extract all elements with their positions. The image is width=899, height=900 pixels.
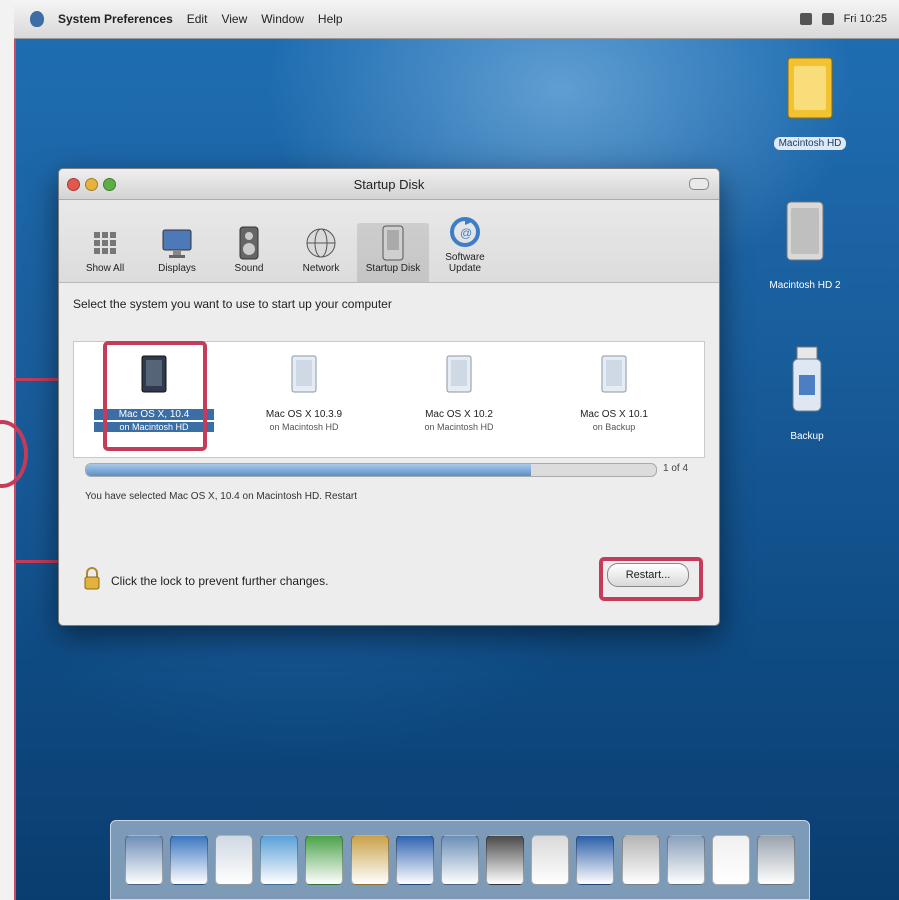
toolbar-label: Sound (234, 263, 264, 274)
grid-icon (69, 223, 141, 263)
itunes-icon[interactable] (395, 835, 434, 885)
disk-option[interactable]: Mac OS X 10.2 on Macintosh HD (399, 354, 519, 432)
toolbar-label: Network (302, 263, 340, 274)
display-icon (141, 223, 213, 263)
disk-name: Mac OS X 10.1 (580, 409, 648, 420)
toolbar-label: Show All (85, 263, 125, 274)
desktop-icon-label: Macintosh HD (773, 137, 847, 150)
disk-location: on Backup (592, 422, 636, 432)
disk-icon (244, 354, 364, 399)
disk-icon (554, 354, 674, 399)
disk-option[interactable]: Mac OS X 10.3.9 on Macintosh HD (244, 354, 364, 432)
desktop-icon-label: Backup (790, 431, 824, 442)
ical-icon[interactable] (531, 835, 570, 885)
restart-button[interactable]: Restart... (607, 563, 689, 587)
menu-edit[interactable]: Edit (187, 12, 208, 26)
toolbar-startup-disk[interactable]: Startup Disk (357, 223, 429, 282)
lock-row: Click the lock to prevent further change… (83, 567, 328, 594)
iphoto-icon[interactable] (440, 835, 479, 885)
toolbar-sound[interactable]: Sound (213, 223, 285, 282)
quicktime-icon[interactable] (576, 835, 615, 885)
preview-icon[interactable] (666, 835, 705, 885)
toolbar-label: Displays (158, 263, 196, 274)
battery-icon[interactable] (821, 13, 834, 25)
preferences-toolbar: Show All Displays Sound Network Startup … (59, 200, 719, 283)
desktop-icon-macintosh-hd[interactable]: Macintosh HD (760, 56, 860, 151)
dashboard-icon[interactable] (169, 835, 208, 885)
desktop-icon-macintosh-hd-2[interactable]: Macintosh HD 2 (755, 200, 855, 293)
usb-drive-icon (757, 345, 857, 420)
toolbar-show-all[interactable]: Show All (69, 223, 141, 282)
menu-extras: Fri 10:25 (799, 13, 887, 25)
disk-option[interactable]: Mac OS X 10.1 on Backup (554, 354, 674, 432)
finder-icon[interactable] (124, 835, 163, 885)
disk-icon (399, 354, 519, 399)
dock (110, 820, 810, 900)
highlight-box-selected-disk (103, 341, 207, 451)
textedit-icon[interactable] (712, 835, 751, 885)
mail-icon[interactable] (214, 835, 253, 885)
toolbar-toggle-button[interactable] (689, 178, 709, 190)
disk-location: on Macintosh HD (424, 422, 494, 432)
selection-status: You have selected Mac OS X, 10.4 on Maci… (85, 491, 357, 502)
disk-scroll-bar[interactable] (85, 463, 657, 477)
scroll-bar-fill (86, 464, 531, 476)
volume-icon[interactable] (799, 13, 812, 25)
svg-text:@: @ (460, 226, 472, 240)
lock-text: Click the lock to prevent further change… (111, 573, 329, 588)
globe-icon (285, 223, 357, 263)
window-titlebar[interactable]: Startup Disk (59, 169, 719, 200)
startup-disk-window: Startup Disk Show All Displays Sound Net… (58, 168, 720, 626)
toolbar-network[interactable]: Network (285, 223, 357, 282)
trash-icon[interactable] (757, 835, 796, 885)
menu-view[interactable]: View (221, 12, 247, 26)
toolbar-label: Software Update (445, 252, 485, 274)
scroll-position-label: 1 of 4 (663, 463, 689, 474)
ichat-icon[interactable] (305, 835, 344, 885)
desktop-icon-label: Macintosh HD 2 (769, 280, 841, 291)
menu-bar: System Preferences Edit View Window Help… (14, 0, 899, 39)
speaker-icon (213, 223, 285, 263)
startup-prompt: Select the system you want to use to sta… (73, 297, 392, 311)
apple-menu-icon[interactable] (30, 11, 44, 27)
imovie-icon[interactable] (486, 835, 525, 885)
disk-name: Mac OS X 10.3.9 (265, 409, 343, 420)
update-icon: @ (429, 212, 501, 252)
disk-icon (357, 223, 429, 263)
window-title: Startup Disk (353, 177, 425, 192)
safari-icon[interactable] (260, 835, 299, 885)
toolbar-displays[interactable]: Displays (141, 223, 213, 282)
toolbar-software-update[interactable]: @ Software Update (429, 212, 501, 282)
desktop-icon-backup[interactable]: Backup (757, 345, 857, 444)
lock-icon[interactable] (83, 567, 101, 594)
hard-drive-icon (760, 56, 860, 127)
toolbar-label: Startup Disk (365, 263, 421, 274)
menu-app-name[interactable]: System Preferences (58, 12, 173, 26)
address-book-icon[interactable] (350, 835, 389, 885)
disk-location: on Macintosh HD (269, 422, 339, 432)
system-preferences-icon[interactable] (621, 835, 660, 885)
menu-help[interactable]: Help (318, 12, 343, 26)
menu-window[interactable]: Window (261, 12, 304, 26)
disk-name: Mac OS X 10.2 (425, 409, 493, 420)
disk-icon (755, 200, 855, 269)
menu-clock[interactable]: Fri 10:25 (844, 13, 887, 25)
